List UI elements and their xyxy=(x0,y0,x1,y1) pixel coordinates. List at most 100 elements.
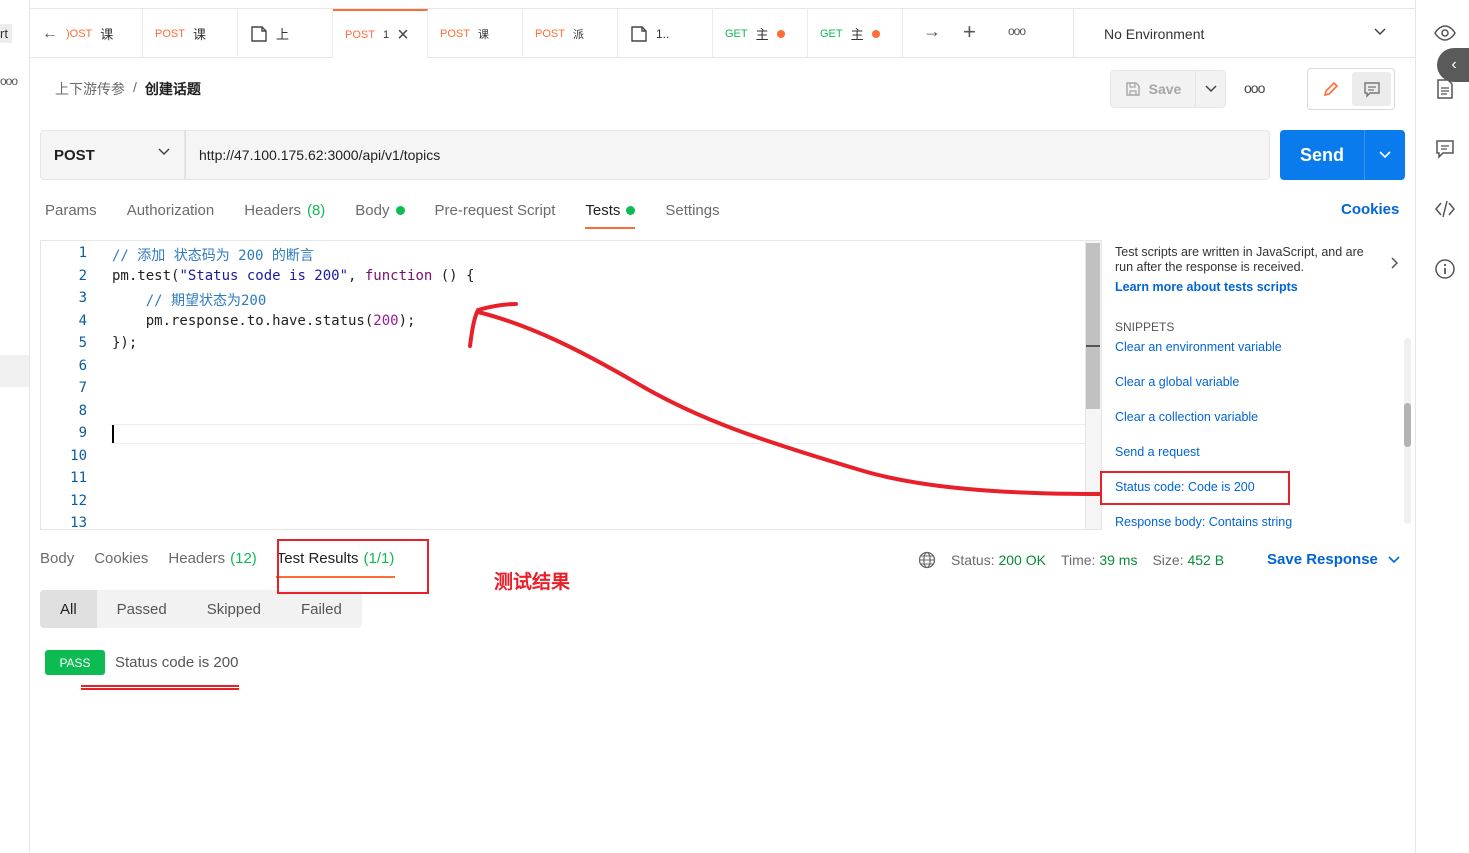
tab-title: 课 xyxy=(477,28,489,41)
line-number: 7 xyxy=(78,380,87,396)
save-button[interactable]: Save xyxy=(1110,70,1196,108)
eye-icon[interactable] xyxy=(1434,22,1456,44)
tab-response-cookies[interactable]: Cookies xyxy=(94,550,148,567)
tab-label: Body xyxy=(40,550,75,567)
line-number: 4 xyxy=(78,313,87,329)
url-input[interactable]: http://47.100.175.62:3000/api/v1/topics xyxy=(185,130,1270,180)
chevron-down-icon xyxy=(1379,151,1391,159)
forward-arrow-icon[interactable]: → xyxy=(923,21,941,42)
unsaved-dot xyxy=(871,29,880,38)
tab-response-body[interactable]: Body xyxy=(40,550,74,567)
snippet-link[interactable]: Response body: Contains string xyxy=(1115,515,1292,529)
breadcrumb-collection[interactable]: 上下游传参 xyxy=(55,79,125,99)
tab-item[interactable]: POST 课 xyxy=(143,9,238,58)
more-actions-icon[interactable]: ooo xyxy=(1244,80,1265,96)
back-arrow-icon[interactable]: ← xyxy=(42,25,58,43)
close-icon[interactable]: × xyxy=(397,25,409,45)
page-title[interactable]: 创建话题 xyxy=(145,79,201,99)
tab-item[interactable]: POST 派 xyxy=(523,9,618,58)
documentation-mode-button[interactable] xyxy=(1352,72,1391,106)
send-label: Send xyxy=(1299,144,1344,165)
snippets-scrollbar-thumb[interactable] xyxy=(1404,403,1411,447)
tab-response-headers[interactable]: Headers (12) xyxy=(168,550,256,567)
tab-item-active[interactable]: POST 1 × xyxy=(333,9,428,58)
tab-label: Pre-request Script xyxy=(434,201,556,219)
response-meta: Status: 200 OK Time: 39 ms Size: 452 B xyxy=(918,551,1224,569)
tab-item[interactable]: POST 课 xyxy=(428,9,523,58)
send-button[interactable]: Send xyxy=(1280,130,1364,180)
editor-scrollbar-thumb[interactable] xyxy=(1086,243,1100,409)
tab-authorization[interactable]: Authorization xyxy=(127,198,215,222)
edit-mode-button[interactable] xyxy=(1311,72,1350,106)
request-tab-bar: ← )OST 课 POST 课 上 POST 1 × POST 课 POST 派… xyxy=(30,8,1415,58)
method-select[interactable]: POST xyxy=(40,130,185,180)
code-icon[interactable] xyxy=(1434,198,1456,220)
tab-tests[interactable]: Tests xyxy=(585,198,636,229)
tab-title: 上 xyxy=(276,27,290,42)
new-tab-plus-icon[interactable]: + xyxy=(963,19,976,45)
snippet-link[interactable]: Send a request xyxy=(1115,445,1200,459)
line-number: 2 xyxy=(78,268,87,284)
sidebar-selected-item[interactable] xyxy=(0,355,29,387)
tab-more-icon[interactable]: ooo xyxy=(1008,24,1026,38)
tab-title: 主 xyxy=(755,27,769,42)
save-dropdown-button[interactable] xyxy=(1196,70,1226,108)
chevron-right-icon[interactable] xyxy=(1391,257,1399,269)
filter-all[interactable]: All xyxy=(40,590,97,628)
code-line: // 添加 状态码为 200 的断言 xyxy=(112,248,314,264)
snippet-link[interactable]: Clear a global variable xyxy=(1115,375,1239,389)
tab-prerequest-script[interactable]: Pre-request Script xyxy=(435,198,556,222)
time-field: Time: 39 ms xyxy=(1061,552,1138,568)
tab-title: 派 xyxy=(572,28,584,41)
chevron-down-icon xyxy=(158,148,170,156)
snippet-link[interactable]: Clear an environment variable xyxy=(1115,340,1282,354)
chevron-down-icon xyxy=(1204,85,1217,93)
url-text: http://47.100.175.62:3000/api/v1/topics xyxy=(199,147,441,163)
tab-settings[interactable]: Settings xyxy=(665,198,719,222)
status-field: Status: 200 OK xyxy=(951,552,1046,568)
environment-label: No Environment xyxy=(1104,25,1205,42)
left-sidebar: rt ooo xyxy=(0,0,30,853)
tab-title: 1 xyxy=(382,28,390,41)
tab-params[interactable]: Params xyxy=(45,198,97,222)
comments-icon[interactable] xyxy=(1434,138,1456,160)
tab-item[interactable]: GET 主 xyxy=(713,9,808,58)
collapse-panel-chevron-icon[interactable]: ‹ xyxy=(1437,48,1469,82)
line-number: 13 xyxy=(70,515,87,530)
tab-item[interactable]: 上 xyxy=(238,9,333,58)
tab-method: )OST xyxy=(66,27,93,40)
tab-method: POST xyxy=(535,27,565,40)
tab-headers[interactable]: Headers (8) xyxy=(244,198,325,222)
line-number: 11 xyxy=(70,470,87,486)
view-mode-toggle xyxy=(1307,68,1395,110)
filter-passed[interactable]: Passed xyxy=(97,590,187,628)
breadcrumb-separator: / xyxy=(133,79,137,95)
globe-icon[interactable] xyxy=(918,551,936,569)
request-tabs: Params Authorization Headers (8) Body Pre… xyxy=(45,198,750,232)
tab-title: 1.. xyxy=(656,26,670,41)
tab-item[interactable]: GET 主 xyxy=(808,9,903,58)
save-response-button[interactable]: Save Response xyxy=(1267,551,1400,568)
send-dropdown-button[interactable] xyxy=(1364,130,1405,180)
snippet-link[interactable]: Clear a collection variable xyxy=(1115,410,1258,424)
tab-label: Tests xyxy=(585,201,621,219)
code-line: pm.test("Status code is 200", function (… xyxy=(112,268,475,284)
filter-failed[interactable]: Failed xyxy=(281,590,362,628)
tests-code-editor[interactable]: 1 2 3 4 5 6 7 8 9 10 11 12 13 // 添加 状态码为… xyxy=(40,240,1102,530)
tab-item[interactable]: 1.. xyxy=(618,9,713,58)
document-icon xyxy=(631,25,647,42)
learn-more-link[interactable]: Learn more about tests scripts xyxy=(1115,280,1405,294)
filter-skipped[interactable]: Skipped xyxy=(187,590,281,628)
more-icon[interactable]: ooo xyxy=(0,74,18,88)
test-result-name: Status code is 200 xyxy=(115,654,239,671)
status-value: 200 OK xyxy=(998,552,1046,568)
time-label: Time: xyxy=(1060,552,1096,568)
cookies-link[interactable]: Cookies xyxy=(1341,201,1399,218)
code-line: }); xyxy=(112,335,138,351)
info-icon[interactable] xyxy=(1434,258,1456,280)
tab-item[interactable]: ← )OST 课 xyxy=(30,9,143,58)
tab-method: POST xyxy=(440,27,470,40)
environment-select[interactable]: No Environment xyxy=(1073,9,1415,58)
tab-body[interactable]: Body xyxy=(355,198,405,222)
annotation-box-snippet xyxy=(1100,471,1290,505)
